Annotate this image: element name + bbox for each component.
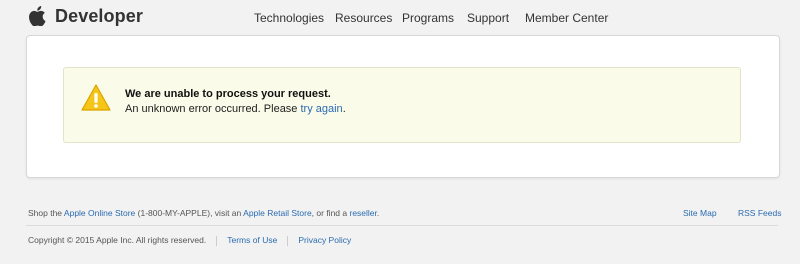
- footer-shop-line: Shop the Apple Online Store (1-800-MY-AP…: [28, 208, 379, 218]
- try-again-link[interactable]: try again: [300, 103, 342, 115]
- rss-feeds-link-wrap: RSS Feeds: [738, 208, 781, 218]
- alert-message-text: An unknown error occurred. Please: [125, 103, 301, 115]
- find-text: , or find a: [311, 208, 350, 218]
- nav-support[interactable]: Support: [467, 11, 509, 25]
- footer-separator: [216, 235, 218, 246]
- footer-legal-line: Copyright © 2015 Apple Inc. All rights r…: [28, 235, 351, 246]
- main-content-card: We are unable to process your request. A…: [26, 35, 780, 178]
- shop-end: .: [376, 208, 380, 218]
- privacy-policy-link[interactable]: Privacy Policy: [298, 235, 351, 245]
- alert-title: We are unable to process your request.: [125, 88, 331, 100]
- site-map-link-wrap: Site Map: [683, 208, 717, 218]
- nav-programs[interactable]: Programs: [402, 11, 454, 25]
- rss-feeds-link[interactable]: RSS Feeds: [738, 208, 781, 218]
- shop-prefix: Shop the: [28, 208, 64, 218]
- global-header: Developer Technologies Resources Program…: [0, 0, 800, 34]
- retail-store-link[interactable]: Apple Retail Store: [243, 208, 312, 218]
- warning-icon: [81, 84, 111, 111]
- footer-divider: [26, 225, 778, 226]
- online-store-link[interactable]: Apple Online Store: [64, 208, 135, 218]
- nav-resources[interactable]: Resources: [335, 11, 392, 25]
- copyright: Copyright © 2015 Apple Inc. All rights r…: [28, 235, 207, 245]
- alert-message: An unknown error occurred. Please try ag…: [125, 103, 346, 115]
- footer-separator: [287, 235, 289, 246]
- nav-member-center[interactable]: Member Center: [525, 11, 608, 25]
- reseller-link[interactable]: reseller: [349, 208, 376, 218]
- main-nav: Technologies Resources Programs Support …: [0, 11, 800, 25]
- alert-message-end: .: [342, 103, 346, 115]
- phone-text: (1-800-MY-APPLE), visit an: [135, 208, 244, 218]
- nav-technologies[interactable]: Technologies: [254, 11, 324, 25]
- site-map-link[interactable]: Site Map: [683, 208, 717, 218]
- terms-of-use-link[interactable]: Terms of Use: [227, 235, 277, 245]
- error-alert: We are unable to process your request. A…: [63, 67, 741, 143]
